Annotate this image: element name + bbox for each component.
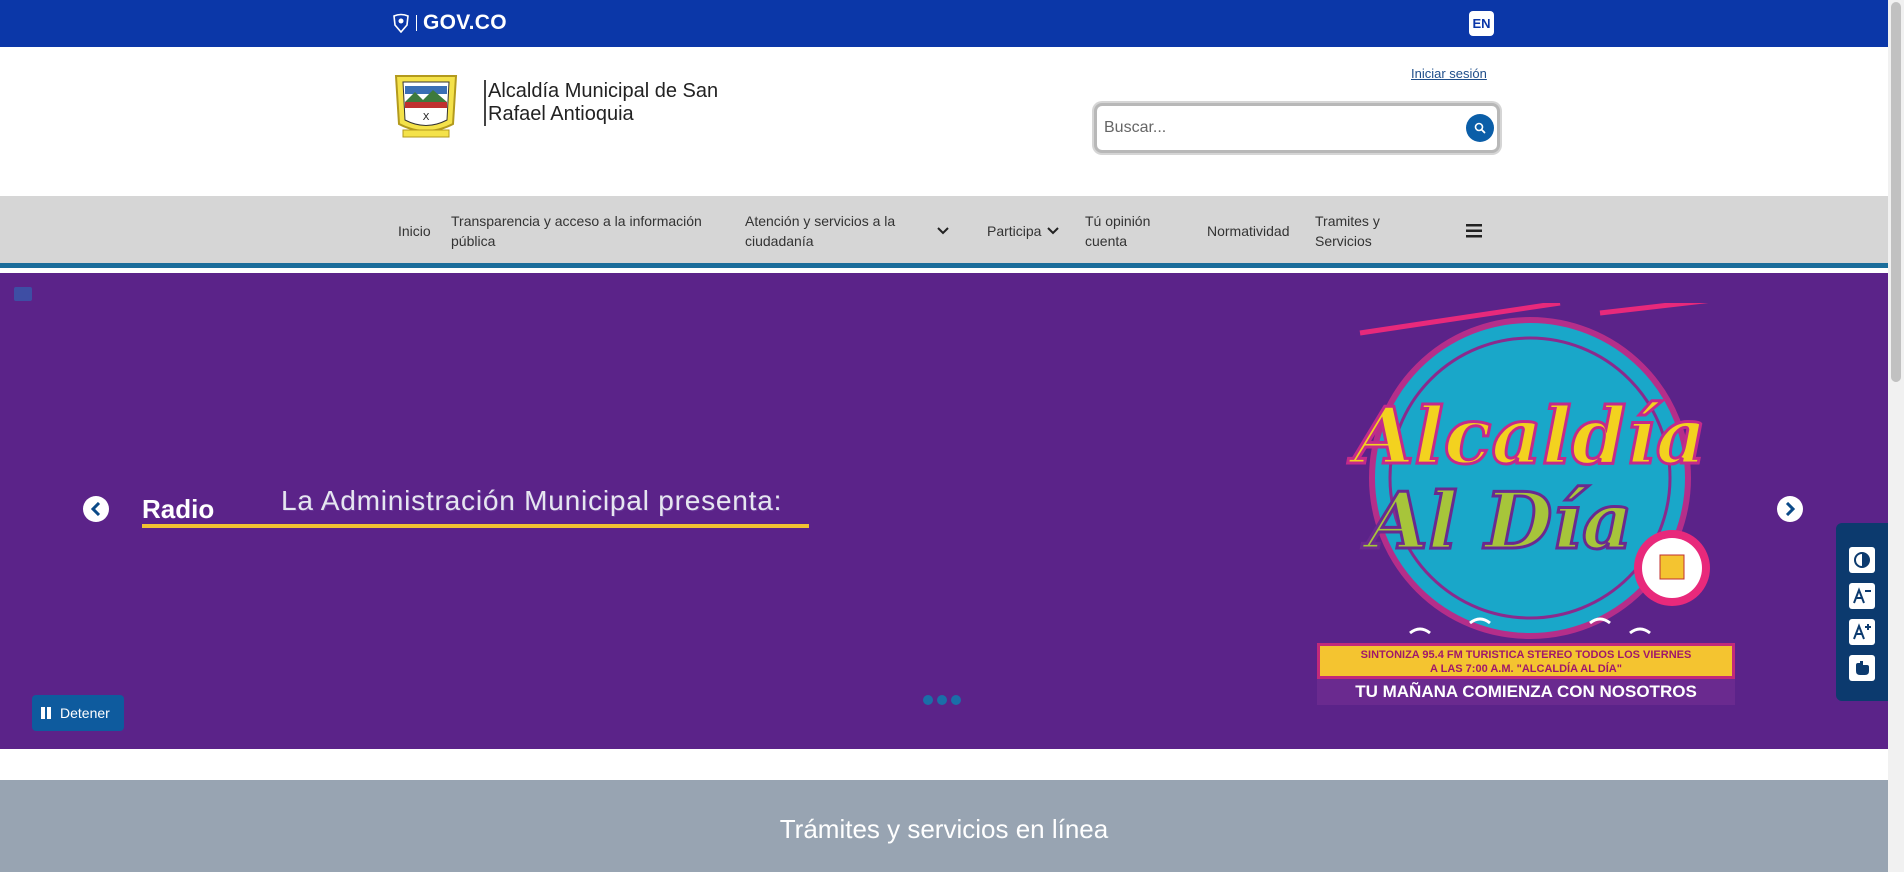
scrollbar-thumb[interactable] — [1891, 2, 1901, 382]
nav-item-label: Tramites y Servicios — [1315, 213, 1380, 249]
decrease-font-button[interactable] — [1849, 583, 1875, 609]
nav-item-transparencia[interactable]: Transparencia y acceso a la información … — [451, 211, 731, 251]
promo-title-line2: Al Día — [1360, 476, 1632, 567]
sign-language-icon — [1856, 661, 1869, 675]
stop-slider-button[interactable]: Detener — [32, 695, 124, 731]
search-box — [1094, 103, 1500, 153]
text-increase-icon — [1853, 623, 1871, 640]
nav-item-tramites[interactable]: Tramites y Servicios — [1315, 211, 1405, 251]
vertical-scrollbar[interactable] — [1888, 0, 1904, 872]
pause-icon — [41, 707, 51, 719]
section-spacer — [0, 749, 1888, 780]
slide-dot[interactable] — [923, 695, 933, 705]
gov-top-bar: GOV.CO EN — [0, 0, 1888, 47]
chevron-right-icon — [1785, 502, 1796, 516]
promo-banner-slogan: TU MAÑANA COMIENZA CON NOSOTROS — [1317, 679, 1735, 705]
nav-item-participa[interactable]: Participa — [987, 221, 1060, 241]
chevron-down-icon — [1047, 227, 1060, 235]
next-slide-button[interactable] — [1777, 496, 1803, 522]
services-title: Trámites y servicios en línea — [779, 814, 1109, 844]
nav-item-label: Tú opinión cuenta — [1085, 213, 1151, 249]
svg-text:X: X — [423, 112, 430, 123]
slide-indicators — [923, 695, 961, 705]
language-button[interactable]: EN — [1469, 11, 1494, 36]
text-decrease-icon — [1853, 587, 1871, 604]
sign-language-button[interactable] — [1849, 655, 1875, 681]
colombia-shield-icon — [393, 13, 409, 33]
nav-item-label: Participa — [987, 223, 1042, 239]
nav-item-label: Inicio — [398, 223, 431, 239]
govco-logo-text: GOV.CO — [423, 11, 507, 34]
contrast-toggle-button[interactable] — [1849, 547, 1875, 573]
title-underline — [142, 524, 809, 528]
login-link[interactable]: Iniciar sesión — [1411, 66, 1487, 81]
hero-slider: La Administración Municipal presenta: Ra… — [0, 273, 1888, 749]
site-header: X Alcaldía Municipal de San Rafael Antio… — [0, 47, 1888, 196]
main-nav: Inicio Transparencia y acceso a la infor… — [0, 196, 1888, 268]
chevron-down-icon — [937, 227, 949, 235]
flag-icon — [14, 287, 32, 301]
stop-button-label: Detener — [60, 705, 110, 721]
slide-dot[interactable] — [951, 695, 961, 705]
logo-divider — [416, 15, 417, 31]
nav-item-opinion[interactable]: Tú opinión cuenta — [1085, 211, 1175, 251]
accessibility-panel — [1836, 523, 1888, 701]
promo-line-2: A LAS 7:00 A.M. "ALCALDÍA AL DÍA" — [1430, 663, 1622, 675]
nav-item-label: Transparencia y acceso a la información … — [451, 213, 702, 249]
nav-item-label: Normatividad — [1207, 223, 1290, 239]
chevron-left-icon — [90, 502, 101, 516]
hamburger-menu-icon[interactable] — [1466, 224, 1482, 238]
search-input[interactable] — [1104, 112, 1454, 144]
promo-banner-schedule: SINTONIZA 95.4 FM TURISTICA STEREO TODOS… — [1317, 643, 1735, 679]
search-icon — [1474, 122, 1486, 134]
search-button[interactable] — [1466, 114, 1494, 142]
nav-item-label: Atención y servicios a la ciudadanía — [745, 213, 896, 249]
nav-item-inicio[interactable]: Inicio — [398, 221, 431, 241]
promo-line-1: SINTONIZA 95.4 FM TURISTICA STEREO TODOS… — [1360, 649, 1692, 661]
municipal-crest-logo[interactable]: X — [391, 68, 461, 140]
nav-item-atencion[interactable]: Atención y servicios a la ciudadanía — [745, 211, 965, 251]
contrast-icon — [1854, 552, 1870, 568]
govco-logo[interactable]: GOV.CO — [392, 11, 507, 35]
increase-font-button[interactable] — [1849, 619, 1875, 645]
nav-item-normatividad[interactable]: Normatividad — [1207, 221, 1289, 241]
online-services-section: Trámites y servicios en línea — [0, 780, 1888, 872]
page: GOV.CO EN X Alcaldía Municipal de San Ra… — [0, 0, 1904, 872]
slide-subtitle: La Administración Municipal presenta: — [281, 485, 783, 516]
site-title[interactable]: Alcaldía Municipal de San Rafael Antioqu… — [484, 80, 754, 126]
slide-dot[interactable] — [937, 695, 947, 705]
slide-title[interactable]: Radio — [142, 494, 214, 525]
prev-slide-button[interactable] — [83, 496, 109, 522]
promo-title-line1: Alcaldía — [1347, 391, 1707, 482]
